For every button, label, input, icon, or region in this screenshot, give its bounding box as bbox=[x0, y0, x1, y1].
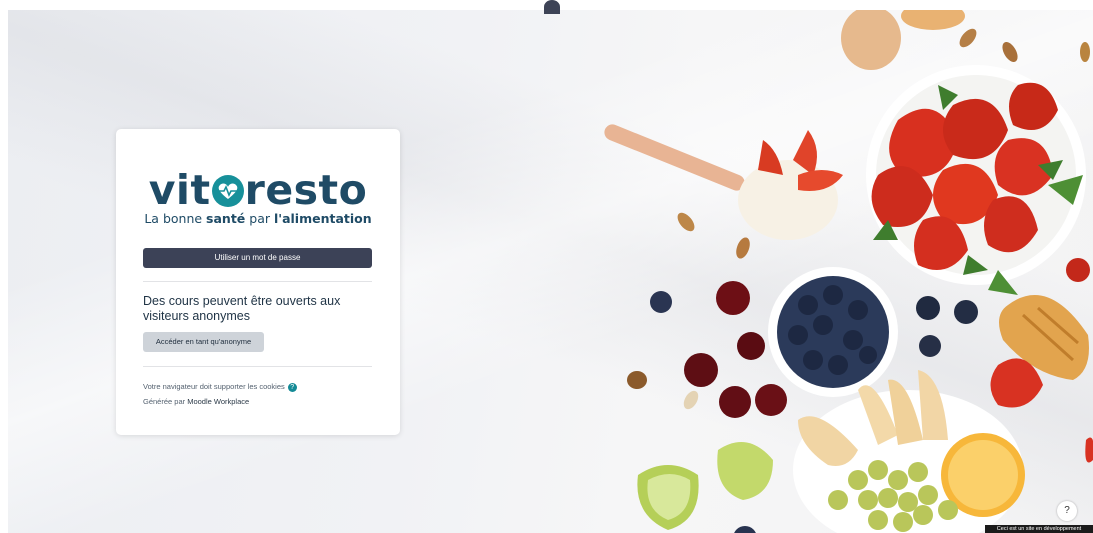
logo-text-left: vit bbox=[148, 166, 211, 214]
logo-text-right: resto bbox=[244, 166, 368, 214]
almond bbox=[677, 212, 695, 232]
almond bbox=[1002, 42, 1018, 62]
help-icon[interactable]: ? bbox=[287, 382, 297, 392]
powered-by: Générée par Moodle Workplace bbox=[143, 397, 250, 406]
almond bbox=[736, 237, 750, 259]
vitaresto-logo: vit resto La bonne santé par l'alimentati… bbox=[116, 167, 400, 226]
blueberry bbox=[916, 296, 940, 320]
dev-site-banner: Ceci est un site en développement bbox=[985, 525, 1093, 533]
use-password-button[interactable]: Utiliser un mot de passe bbox=[143, 248, 372, 268]
guest-access-button[interactable]: Accéder en tant qu'anonyme bbox=[143, 332, 264, 352]
egg bbox=[901, 10, 965, 30]
top-indicator-dot bbox=[544, 0, 560, 14]
blueberry bbox=[919, 335, 941, 357]
moodle-workplace-link[interactable]: Moodle Workplace bbox=[187, 397, 249, 406]
spoon-handle bbox=[604, 124, 745, 191]
login-card: vit resto La bonne santé par l'alimentati… bbox=[116, 129, 400, 435]
almond bbox=[683, 390, 699, 410]
cherry bbox=[755, 384, 787, 416]
cookies-note: Votre navigateur doit supporter les cook… bbox=[143, 382, 297, 392]
blueberry bbox=[734, 526, 756, 533]
heart-pulse-icon bbox=[211, 175, 244, 207]
divider bbox=[143, 366, 372, 367]
egg bbox=[841, 10, 901, 70]
divider bbox=[143, 281, 372, 282]
guest-access-heading: Des cours peuvent être ouverts aux visit… bbox=[143, 294, 341, 323]
lime-slice bbox=[717, 442, 773, 500]
cherry bbox=[684, 353, 718, 387]
help-floating-button[interactable]: ? bbox=[1057, 501, 1077, 521]
almond bbox=[959, 28, 977, 48]
hazelnut bbox=[627, 371, 647, 389]
logo-tagline: La bonne santé par l'alimentation bbox=[144, 211, 372, 226]
cherry bbox=[719, 386, 751, 418]
cherry bbox=[716, 281, 750, 315]
blueberry bbox=[650, 291, 672, 313]
almond bbox=[1080, 42, 1090, 62]
blueberry bbox=[954, 300, 978, 324]
cherry bbox=[737, 332, 765, 360]
